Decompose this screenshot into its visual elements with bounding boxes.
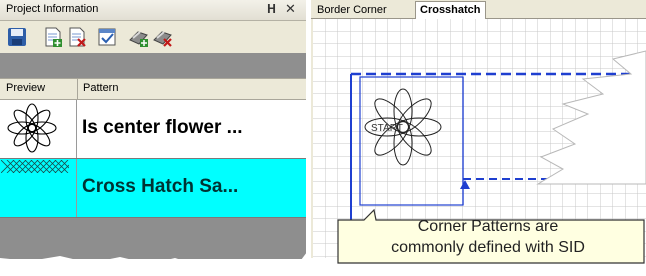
- pattern-name: Cross Hatch Sa...: [82, 176, 239, 197]
- column-divider: [77, 79, 78, 99]
- pattern-preview: [0, 100, 77, 158]
- column-header-pattern[interactable]: Pattern: [83, 82, 118, 94]
- table-row-selected[interactable]: Cross Hatch Sa...: [0, 159, 306, 218]
- tab-crosshatch[interactable]: Crosshatch: [415, 1, 486, 19]
- tab-strip: Border Corner Crosshatch: [311, 0, 646, 19]
- add-pattern-icon[interactable]: [42, 26, 64, 48]
- start-marker-label: START: [371, 123, 403, 134]
- flower-pattern-icon: [7, 103, 57, 153]
- crosshatch-pattern-icon: [1, 160, 69, 173]
- pin-icon[interactable]: 𝚮: [267, 2, 276, 17]
- pattern-preview: [0, 159, 77, 217]
- tab-border-corner[interactable]: Border Corner: [313, 2, 391, 18]
- add-group-icon[interactable]: [128, 26, 150, 48]
- panel-header: Project Information 𝚮 ✕: [0, 0, 306, 21]
- panel-title: Project Information: [6, 3, 99, 15]
- remove-group-icon[interactable]: [152, 26, 174, 48]
- properties-icon[interactable]: [96, 26, 118, 48]
- table-row[interactable]: Is center flower ...: [0, 100, 306, 159]
- callout-text: Corner Patterns are commonly defined wit…: [342, 216, 634, 258]
- grid-header: Preview Pattern: [0, 78, 306, 100]
- pattern-name: Is center flower ...: [82, 117, 243, 138]
- toolbar: [0, 21, 306, 53]
- column-header-preview[interactable]: Preview: [6, 82, 45, 94]
- close-icon[interactable]: ✕: [285, 1, 296, 17]
- callout-line-2: commonly defined with SID: [391, 239, 585, 256]
- remove-pattern-icon[interactable]: [66, 26, 88, 48]
- save-icon[interactable]: [6, 26, 28, 48]
- torn-edge: [0, 248, 310, 276]
- callout-line-1: Corner Patterns are: [417, 218, 559, 235]
- project-information-panel: Project Information 𝚮 ✕ Preview Pattern …: [0, 0, 306, 259]
